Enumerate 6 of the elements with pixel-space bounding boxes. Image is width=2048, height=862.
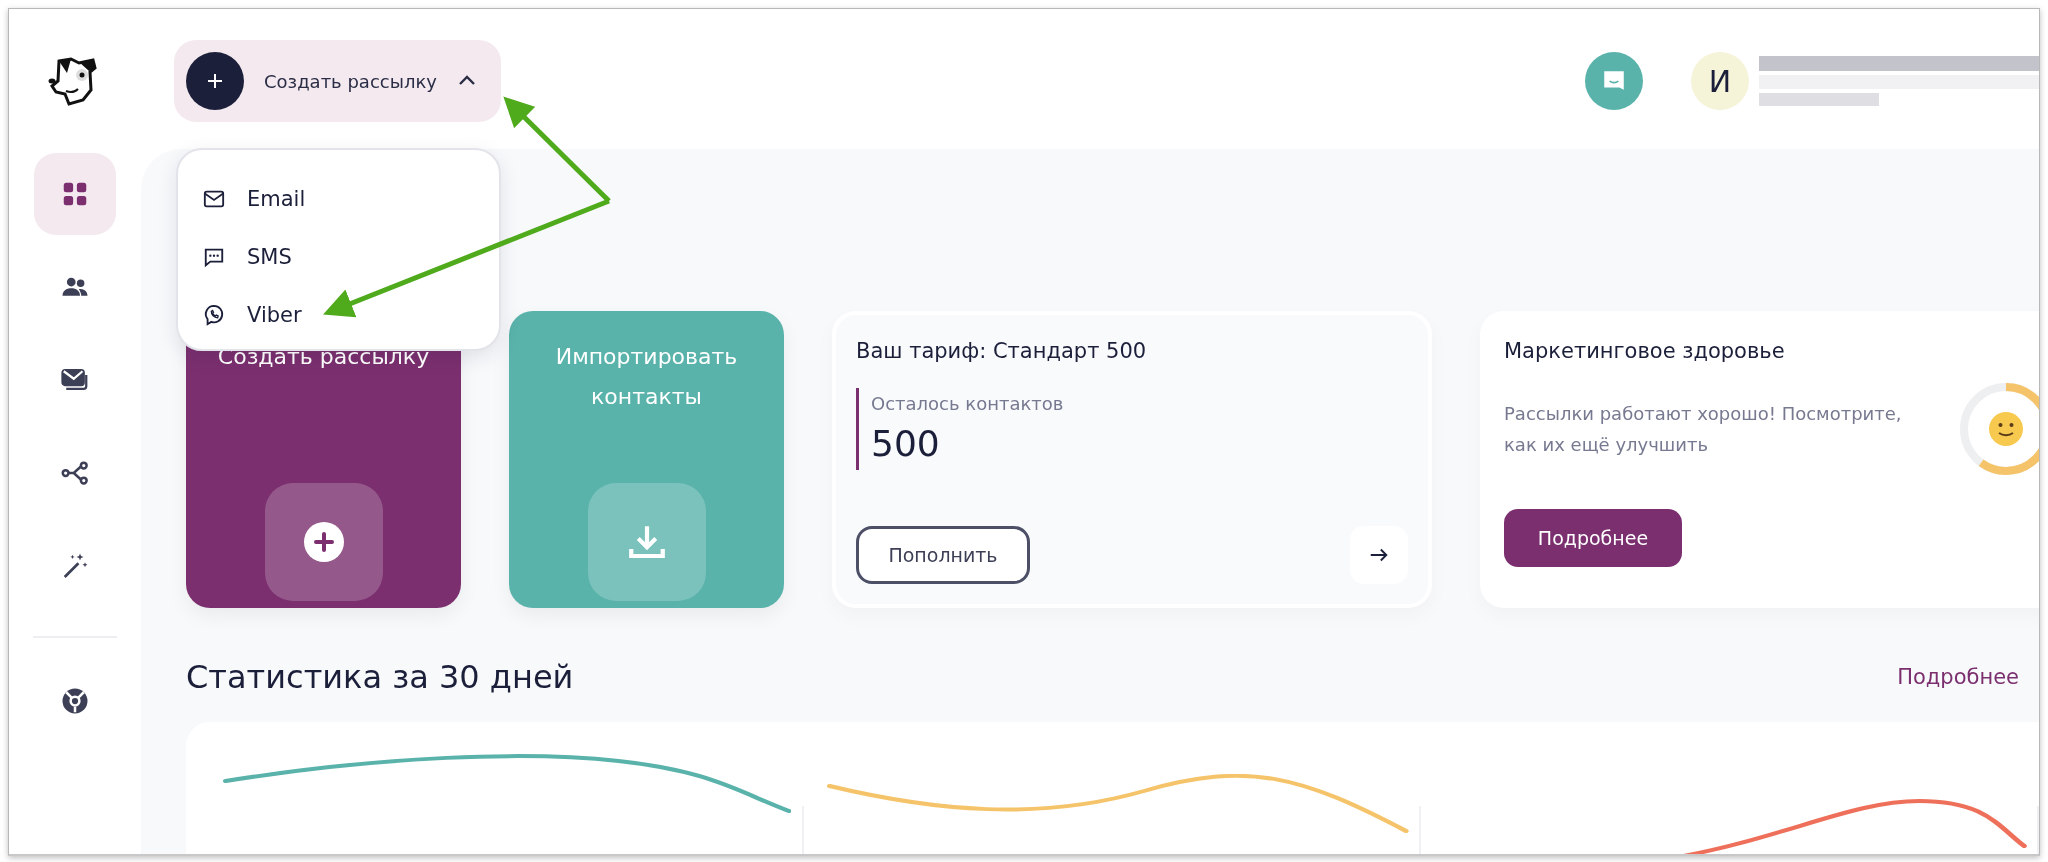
- card-title: Импортировать контакты: [554, 343, 739, 411]
- section-title: Статистика за 30 дней: [186, 658, 574, 696]
- health-text: Рассылки работают хорошо! Посмотрите, как их ещё улучшить: [1504, 402, 1903, 457]
- contacts-remaining: Осталось контактов 500: [856, 388, 1408, 470]
- card-title: Маркетинговое здоровье: [1504, 339, 1786, 363]
- card-title: Ваш тариф: Стандарт 500: [856, 339, 1148, 363]
